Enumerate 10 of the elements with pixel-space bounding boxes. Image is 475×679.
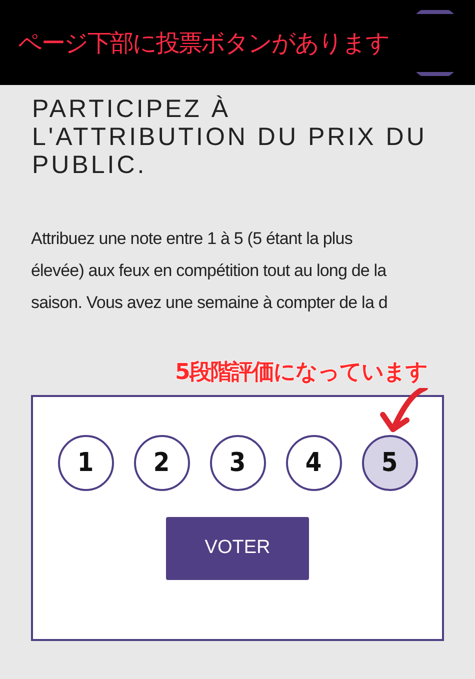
annotation-text: 5段階評価になっています (175, 359, 428, 387)
vote-button[interactable]: VOTER (166, 517, 309, 580)
rating-option[interactable]: 3 (210, 435, 266, 491)
rating-option[interactable]: 2 (134, 435, 190, 491)
description: Attribuez une note entre 1 à 5 (5 étant la plus élevée) aux feux en compétition tout au long de la saison. Vous avez une semaine à compter de la d (31, 228, 388, 314)
rating-option[interactable]: 5 (362, 435, 418, 491)
rating-option[interactable]: 1 (58, 435, 114, 491)
rating-option[interactable]: 4 (286, 435, 342, 491)
banner-text: ページ下部に投票ボタンがあります (18, 28, 389, 58)
heading: PARTICIPEZ À L'ATTRIBUTION DU PRIX DU PUBLIC. (32, 95, 428, 179)
